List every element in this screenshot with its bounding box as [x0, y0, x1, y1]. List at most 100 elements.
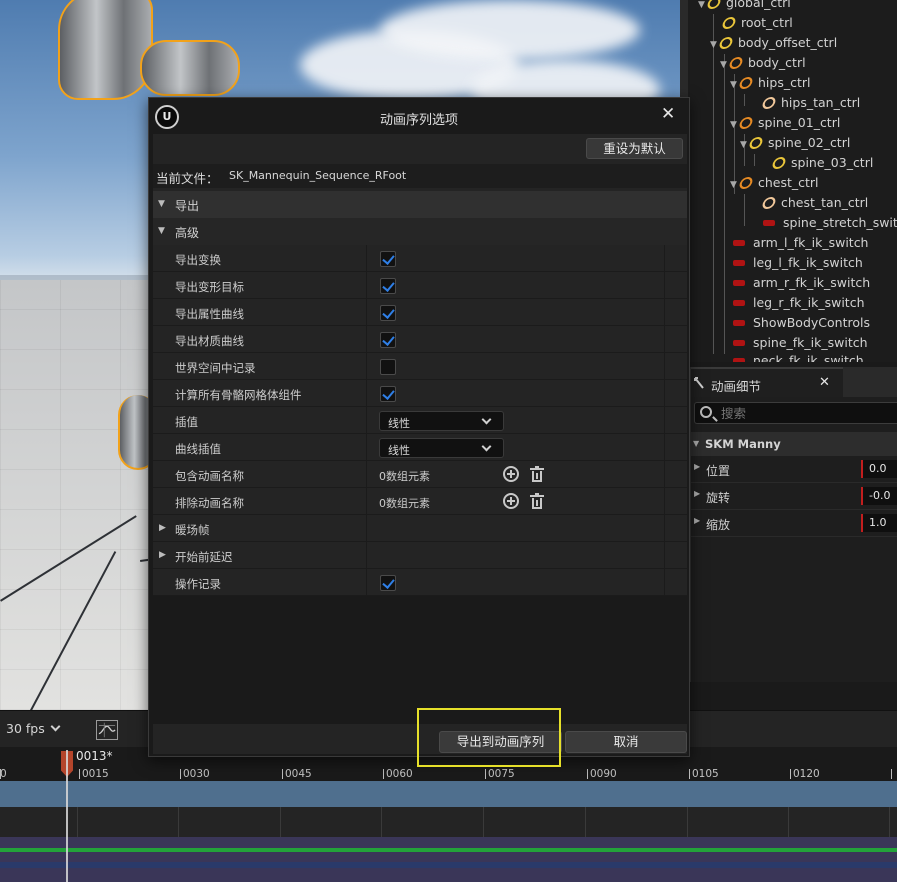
- tree-item[interactable]: ▼ body_ctrl: [720, 53, 806, 73]
- tab-animation-details[interactable]: 动画细节 ✕: [691, 367, 843, 397]
- tree-item-label: root_ctrl: [741, 15, 793, 30]
- tree-item[interactable]: neck_fk_ik_switch: [733, 351, 864, 362]
- export-material-curves-checkbox[interactable]: [380, 332, 396, 348]
- tab-label: 动画细节: [711, 379, 762, 394]
- property-value-field[interactable]: 0.0: [861, 460, 897, 478]
- key-track[interactable]: [0, 807, 897, 837]
- dropdown-value: 线性: [388, 444, 410, 457]
- category-label: 导出: [175, 199, 200, 213]
- expand-arrow-icon[interactable]: ▶: [159, 523, 166, 533]
- collapse-arrow-icon[interactable]: ▼: [158, 199, 165, 209]
- category-advanced[interactable]: ▼ 高级: [153, 218, 687, 245]
- tree-item[interactable]: spine_stretch_switch: [763, 213, 897, 233]
- option-label: 导出属性曲线: [175, 307, 244, 321]
- option-label: 导出变形目标: [175, 280, 244, 294]
- current-file-label: 当前文件：: [156, 171, 219, 186]
- chevron-down-icon[interactable]: [50, 721, 61, 732]
- tree-item-label: spine_03_ctrl: [791, 155, 874, 170]
- tree-item[interactable]: hips_tan_ctrl: [760, 93, 860, 113]
- tree-item-label: leg_l_fk_ik_switch: [753, 255, 863, 270]
- option-label: 插值: [175, 415, 198, 429]
- section-header[interactable]: ▼ SKM Manny: [691, 432, 897, 456]
- tree-item[interactable]: leg_r_fk_ik_switch: [733, 293, 865, 313]
- option-row[interactable]: ▶ 开始前延迟: [153, 542, 687, 569]
- dialog-title-bar[interactable]: U 动画序列选项 ✕: [149, 98, 689, 134]
- tree-guide: [724, 54, 725, 354]
- tree-item[interactable]: spine_03_ctrl: [770, 153, 874, 173]
- section-track[interactable]: [0, 781, 897, 807]
- tree-item-label: global_ctrl: [726, 0, 791, 10]
- search-input[interactable]: [721, 405, 891, 421]
- curve-track[interactable]: [0, 837, 897, 882]
- curve-editor-icon[interactable]: [96, 720, 118, 740]
- expand-arrow-icon[interactable]: ▶: [694, 516, 700, 525]
- option-row[interactable]: ▶ 暖场帧: [153, 515, 687, 542]
- transact-recording-checkbox[interactable]: [380, 575, 396, 591]
- details-search[interactable]: [694, 402, 897, 424]
- tree-guide: [754, 154, 755, 166]
- expand-arrow-icon[interactable]: ▶: [694, 462, 700, 471]
- tree-item[interactable]: ▼ body_offset_ctrl: [710, 33, 837, 53]
- ruler-tick-label: 0075: [488, 768, 515, 780]
- tree-item[interactable]: arm_r_fk_ik_switch: [733, 273, 870, 293]
- tree-item-label: spine_stretch_switch: [783, 215, 897, 230]
- expand-arrow-icon[interactable]: ▼: [698, 0, 708, 15]
- export-attribute-curves-checkbox[interactable]: [380, 305, 396, 321]
- export-transforms-checkbox[interactable]: [380, 251, 396, 267]
- reset-to-default-button[interactable]: 重设为默认: [586, 138, 683, 159]
- collapse-arrow-icon[interactable]: ▼: [693, 432, 699, 456]
- curve-interpolation-dropdown[interactable]: 线性: [379, 438, 504, 458]
- mannequin-torso[interactable]: [58, 0, 153, 100]
- export-morph-targets-checkbox[interactable]: [380, 278, 396, 294]
- grid-line: [280, 807, 281, 837]
- close-icon[interactable]: ✕: [661, 104, 675, 124]
- chevron-down-icon: [481, 441, 492, 452]
- record-in-world-space-checkbox[interactable]: [380, 359, 396, 375]
- property-row[interactable]: ▶ 缩放 1.0: [691, 510, 897, 537]
- tree-item[interactable]: root_ctrl: [720, 13, 793, 33]
- tree-item[interactable]: ▼ hips_ctrl: [730, 73, 810, 93]
- tree-guide: [744, 194, 745, 226]
- mannequin-hand[interactable]: [140, 40, 240, 96]
- control-icon: [720, 17, 738, 29]
- tree-item[interactable]: leg_l_fk_ik_switch: [733, 253, 863, 273]
- tree-item[interactable]: ▼ chest_ctrl: [730, 173, 819, 193]
- cancel-button[interactable]: 取消: [565, 731, 687, 753]
- grid-line: [178, 807, 179, 837]
- current-file-value: SK_Mannequin_Sequence_RFoot: [229, 169, 407, 182]
- option-label: 导出变换: [175, 253, 221, 267]
- evaluate-all-skeletal-mesh-components-checkbox[interactable]: [380, 386, 396, 402]
- dialog-body: 重设为默认 当前文件： SK_Mannequin_Sequence_RFoot …: [153, 134, 687, 754]
- ruler-tick-label: 0030: [183, 768, 210, 780]
- option-row: 导出变换: [153, 245, 687, 272]
- property-value-field[interactable]: -0.0: [861, 487, 897, 505]
- option-row: 排除动画名称 0数组元素: [153, 488, 687, 515]
- option-label: 计算所有骨骼网格体组件: [175, 388, 302, 402]
- property-row[interactable]: ▶ 旋转 -0.0: [691, 483, 897, 510]
- add-element-icon[interactable]: [503, 493, 519, 509]
- option-label: 暖场帧: [175, 523, 210, 537]
- tree-item-label: ShowBodyControls: [753, 315, 870, 330]
- ruler-tick-label: 0120: [793, 768, 820, 780]
- tree-item[interactable]: chest_tan_ctrl: [760, 193, 868, 213]
- tree-item[interactable]: ▼ spine_02_ctrl: [740, 133, 850, 153]
- tree-item[interactable]: ▼ global_ctrl: [698, 0, 791, 13]
- trash-icon[interactable]: [530, 493, 544, 510]
- expand-arrow-icon[interactable]: ▶: [159, 550, 166, 560]
- close-tab-icon[interactable]: ✕: [819, 375, 830, 390]
- category-export[interactable]: ▼ 导出: [153, 191, 687, 218]
- green-curve-band: [0, 848, 897, 852]
- property-value-field[interactable]: 1.0: [861, 514, 897, 532]
- tree-item[interactable]: arm_l_fk_ik_switch: [733, 233, 869, 253]
- trash-icon[interactable]: [530, 466, 544, 483]
- tree-item[interactable]: ShowBodyControls: [733, 313, 870, 333]
- array-count: 0数组元素: [379, 497, 430, 510]
- property-row[interactable]: ▶ 位置 0.0: [691, 456, 897, 483]
- fps-dropdown[interactable]: 30 fps: [6, 721, 45, 736]
- tree-item[interactable]: ▼ spine_01_ctrl: [730, 113, 840, 133]
- collapse-arrow-icon[interactable]: ▼: [158, 226, 165, 236]
- expand-arrow-icon[interactable]: ▶: [694, 489, 700, 498]
- add-element-icon[interactable]: [503, 466, 519, 482]
- interpolation-dropdown[interactable]: 线性: [379, 411, 504, 431]
- tree-item[interactable]: spine_fk_ik_switch: [733, 333, 868, 353]
